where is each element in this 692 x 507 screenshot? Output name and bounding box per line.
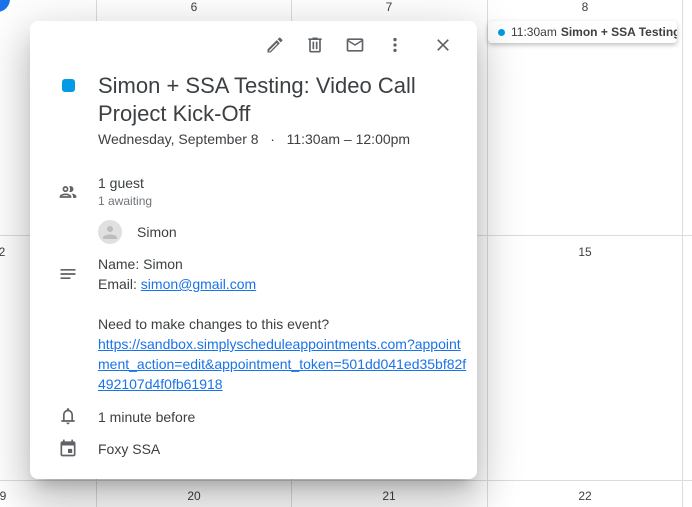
popup-toolbar (255, 33, 463, 57)
description-email-line: Email: simon@gmail.com (98, 274, 468, 294)
email-link[interactable]: simon@gmail.com (141, 276, 256, 292)
guest-avatar[interactable] (98, 220, 122, 244)
description-name-line: Name: Simon (98, 256, 183, 272)
person-icon (103, 226, 117, 239)
bell-icon (58, 406, 78, 426)
day-number[interactable]: 7 (369, 0, 409, 14)
close-popup-button[interactable] (423, 33, 463, 57)
day-number[interactable]: 22 (565, 489, 605, 503)
event-time: 11:30am – 12:00pm (286, 131, 411, 147)
changes-prompt: Need to make changes to this event? (98, 316, 330, 332)
event-chip-title: Simon + SSA Testing (560, 25, 677, 39)
event-details-popup: Simon + SSA Testing: Video Call Project … (30, 21, 477, 479)
day-number[interactable]: 21 (369, 489, 409, 503)
datetime-separator: · (270, 131, 275, 147)
close-icon (437, 39, 449, 51)
day-number[interactable]: 8 (565, 0, 605, 14)
day-number[interactable]: 15 (565, 245, 605, 259)
event-date: Wednesday, September 8 (98, 131, 259, 147)
delete-icon (308, 37, 322, 53)
email-guests-button[interactable] (335, 33, 375, 57)
day-number[interactable]: 2 (0, 245, 22, 259)
email-label: Email: (98, 276, 141, 292)
day-number[interactable]: 20 (174, 489, 214, 503)
day-number[interactable]: 6 (174, 0, 214, 14)
guests-icon (58, 182, 78, 202)
event-description: Name: Simon Email: simon@gmail.com Need … (98, 254, 468, 394)
event-datetime: Wednesday, September 8 · 11:30am – 12:00… (98, 131, 410, 147)
email-icon (346, 38, 364, 52)
calendar-name: Foxy SSA (98, 441, 161, 457)
calendar-event-chip[interactable]: 11:30am Simon + SSA Testing (488, 21, 677, 43)
event-color-square (62, 79, 75, 92)
edit-appointment-link[interactable]: https://sandbox.simplyscheduleappointmen… (98, 336, 466, 392)
guest-count: 1 guest (98, 175, 144, 191)
delete-event-button[interactable] (295, 33, 335, 57)
grid-line (682, 0, 683, 507)
more-options-icon (393, 37, 397, 53)
event-color-dot (498, 28, 505, 36)
edit-icon (267, 37, 283, 53)
edit-event-button[interactable] (255, 33, 295, 57)
event-title: Simon + SSA Testing: Video Call Project … (98, 73, 416, 126)
day-number[interactable]: 9 (0, 489, 23, 503)
event-chip-time: 11:30am (511, 25, 557, 39)
reminder-text: 1 minute before (98, 409, 196, 425)
more-options-button[interactable] (375, 33, 415, 57)
guest-name[interactable]: Simon (137, 224, 177, 240)
today-date-badge[interactable] (0, 0, 10, 12)
description-icon (58, 264, 78, 284)
calendar-icon (58, 438, 78, 458)
grid-line (487, 0, 488, 507)
guest-status: 1 awaiting (98, 194, 153, 208)
grid-line (0, 480, 692, 481)
